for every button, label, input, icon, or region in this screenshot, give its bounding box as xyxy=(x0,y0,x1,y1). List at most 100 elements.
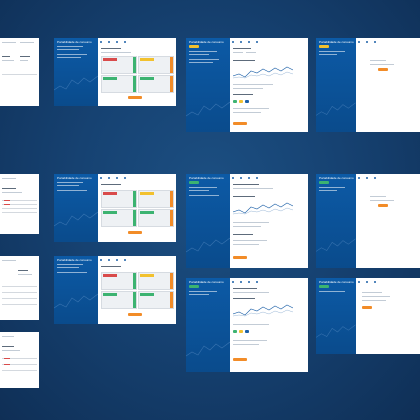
tab-2[interactable] xyxy=(107,41,111,43)
offer-card[interactable] xyxy=(100,75,137,93)
top-nav[interactable] xyxy=(231,175,306,181)
offer-card[interactable] xyxy=(100,272,137,290)
consumption-chart xyxy=(232,304,293,317)
tab-3[interactable] xyxy=(247,177,251,179)
chart-decoration-icon xyxy=(54,211,98,227)
status-badge xyxy=(238,100,243,103)
tab-4[interactable] xyxy=(255,41,259,43)
tab-1[interactable] xyxy=(99,41,103,43)
app-title: Portabilidade de consumo xyxy=(57,40,92,44)
chart-decoration-icon xyxy=(186,237,230,253)
main-panel xyxy=(97,256,176,324)
partial-table-screen-3 xyxy=(0,256,39,320)
tab-3[interactable] xyxy=(247,41,251,43)
offer-card[interactable] xyxy=(137,56,174,74)
sidebar: Portabilidade de consumo xyxy=(316,38,356,132)
consumption-chart xyxy=(232,66,293,79)
sidebar: Portabilidade de consumo xyxy=(54,256,98,324)
tab-1[interactable] xyxy=(357,177,361,179)
top-nav[interactable] xyxy=(357,279,418,285)
tab-2[interactable] xyxy=(365,41,369,43)
offer-card[interactable] xyxy=(100,209,137,227)
top-nav[interactable] xyxy=(99,175,174,181)
chart-decoration-icon xyxy=(316,102,356,116)
status-badge xyxy=(244,100,249,103)
tab-3[interactable] xyxy=(115,177,119,179)
tab-2[interactable] xyxy=(107,177,111,179)
top-nav[interactable] xyxy=(231,39,306,45)
status-badge xyxy=(232,100,237,103)
chart-decoration-icon xyxy=(316,324,356,338)
continue-button[interactable] xyxy=(127,231,142,234)
tab-3[interactable] xyxy=(115,41,119,43)
tab-2[interactable] xyxy=(239,177,243,179)
tab-4[interactable] xyxy=(123,259,127,261)
top-nav[interactable] xyxy=(357,175,418,181)
main-panel xyxy=(229,278,308,372)
screen-cards-3: Portabilidade de consumo xyxy=(54,256,176,324)
partial-table-screen-1 xyxy=(0,38,39,106)
tab-3[interactable] xyxy=(247,281,251,283)
continue-button[interactable] xyxy=(232,256,247,259)
screen-form-3: Portabilidade de consumo xyxy=(316,278,420,354)
top-nav[interactable] xyxy=(99,257,174,263)
app-title: Portabilidade de consumo xyxy=(189,40,224,44)
tab-3[interactable] xyxy=(115,259,119,261)
main-panel xyxy=(229,38,308,132)
tab-2[interactable] xyxy=(107,259,111,261)
continue-button[interactable] xyxy=(127,96,142,99)
status-badge xyxy=(238,330,243,333)
offer-card[interactable] xyxy=(137,291,174,309)
tab-4[interactable] xyxy=(255,281,259,283)
tab-4[interactable] xyxy=(255,177,259,179)
chart-decoration-icon xyxy=(186,101,230,117)
tab-1[interactable] xyxy=(231,41,235,43)
offer-card[interactable] xyxy=(137,209,174,227)
screen-chart-3: Portabilidade de consumo xyxy=(186,278,308,372)
sidebar: Portabilidade de consumo xyxy=(54,174,98,242)
offer-card[interactable] xyxy=(137,190,174,208)
app-title: Portabilidade de consumo xyxy=(319,280,354,284)
app-title: Portabilidade de consumo xyxy=(319,176,354,180)
continue-button[interactable] xyxy=(232,358,247,361)
sidebar: Portabilidade de consumo xyxy=(54,38,98,106)
chart-decoration-icon xyxy=(54,75,98,91)
offer-card[interactable] xyxy=(137,75,174,93)
status-badge xyxy=(244,330,249,333)
tab-2[interactable] xyxy=(365,177,369,179)
tab-3[interactable] xyxy=(373,41,377,43)
continue-button[interactable] xyxy=(127,313,142,316)
top-nav[interactable] xyxy=(357,39,418,45)
top-nav[interactable] xyxy=(99,39,174,45)
tab-1[interactable] xyxy=(231,281,235,283)
tab-4[interactable] xyxy=(123,41,127,43)
tab-3[interactable] xyxy=(373,177,377,179)
top-nav[interactable] xyxy=(231,279,306,285)
screen-form-1: Portabilidade de consumo xyxy=(316,38,420,132)
tab-2[interactable] xyxy=(239,281,243,283)
tab-3[interactable] xyxy=(373,281,377,283)
continue-button[interactable] xyxy=(377,68,388,71)
sidebar: Portabilidade de consumo xyxy=(186,174,230,268)
tab-1[interactable] xyxy=(231,177,235,179)
tab-1[interactable] xyxy=(99,177,103,179)
continue-button[interactable] xyxy=(377,204,388,207)
continue-button[interactable] xyxy=(361,306,372,309)
tab-1[interactable] xyxy=(357,41,361,43)
screen-cards-2: Portabilidade de consumo xyxy=(54,174,176,242)
continue-button[interactable] xyxy=(232,122,247,125)
screen-form-2: Portabilidade de consumo xyxy=(316,174,420,268)
tab-2[interactable] xyxy=(239,41,243,43)
offer-card[interactable] xyxy=(100,56,137,74)
offer-card[interactable] xyxy=(137,272,174,290)
tab-2[interactable] xyxy=(365,281,369,283)
tab-1[interactable] xyxy=(357,281,361,283)
offer-card[interactable] xyxy=(100,291,137,309)
main-panel xyxy=(355,174,420,268)
tab-1[interactable] xyxy=(99,259,103,261)
tab-4[interactable] xyxy=(123,177,127,179)
main-panel xyxy=(355,38,420,132)
offer-card[interactable] xyxy=(100,190,137,208)
main-panel xyxy=(229,174,308,268)
screen-chart-2: Portabilidade de consumo xyxy=(186,174,308,268)
